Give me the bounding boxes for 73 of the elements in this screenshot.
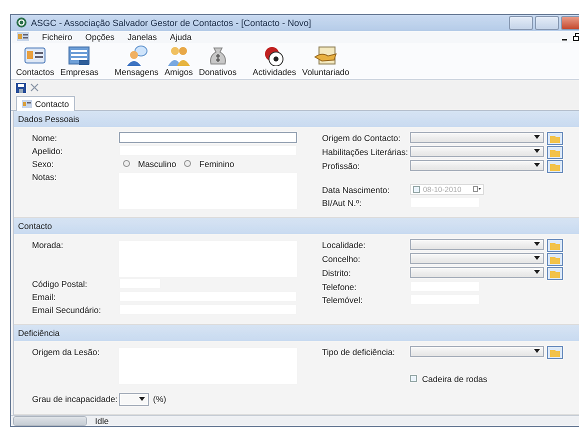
- restore-icon[interactable]: [573, 32, 579, 41]
- field-label: Profissão:: [322, 160, 361, 172]
- field-label: Telemóvel:: [322, 294, 364, 306]
- field-label: Concelho:: [322, 252, 362, 265]
- field-label: Grau de incapacidade:: [32, 393, 119, 406]
- chat-person-icon[interactable]: [124, 44, 149, 66]
- save-icon[interactable]: [16, 82, 26, 93]
- dropdown-arrow-icon[interactable]: [534, 163, 540, 168]
- dropdown-arrow-icon[interactable]: [534, 135, 540, 140]
- field-label: Localidade:: [322, 238, 366, 251]
- text-field[interactable]: [119, 132, 297, 143]
- folder-icon[interactable]: [547, 266, 563, 280]
- section-header: Dados Pessoais: [14, 110, 579, 127]
- checkbox[interactable]: [410, 375, 417, 382]
- field-label: Nome:: [32, 132, 58, 144]
- field-label: Origem do Contacto:: [322, 132, 402, 144]
- app-icon: [16, 17, 27, 28]
- toolbar-button[interactable]: Empresas: [59, 44, 100, 77]
- close-icon[interactable]: [30, 82, 39, 92]
- field-label: Distrito:: [322, 266, 352, 279]
- unit-label: (%): [153, 392, 166, 406]
- building-icon[interactable]: [67, 44, 92, 66]
- dropdown-arrow-icon[interactable]: [139, 397, 145, 402]
- minimize-button[interactable]: [509, 16, 533, 30]
- dropdown-arrow-icon[interactable]: [534, 349, 540, 354]
- toolbar-button[interactable]: Voluntariado: [301, 44, 350, 77]
- toolbar-button[interactable]: Donativos: [198, 44, 238, 77]
- dropdown-arrow-icon[interactable]: [534, 256, 540, 260]
- calendar-icon[interactable]: [473, 186, 481, 192]
- toolbar-button[interactable]: Amigos: [164, 44, 194, 77]
- folder-icon[interactable]: [547, 160, 563, 173]
- menu-item[interactable]: Ajuda: [170, 32, 192, 42]
- radio-label: Feminino: [199, 158, 234, 169]
- menu-item[interactable]: Janelas: [128, 32, 157, 42]
- field-label: Notas:: [32, 170, 58, 183]
- folder-icon[interactable]: [547, 346, 563, 359]
- dropdown-arrow-icon[interactable]: [534, 149, 540, 154]
- folder-icon[interactable]: [547, 238, 563, 252]
- field-label: Código Postal:: [32, 278, 88, 290]
- field-label: Telefone:: [322, 280, 358, 293]
- dropdown[interactable]: [119, 392, 149, 406]
- field-label: Email:: [32, 290, 57, 303]
- field-label: Apelido:: [32, 144, 64, 157]
- field-label: Sexo:: [32, 158, 55, 170]
- radio-button[interactable]: [184, 160, 192, 168]
- field-label: Data Nascimento:: [322, 184, 391, 196]
- toolbar-button[interactable]: Mensagens: [114, 44, 160, 77]
- section-header: Deficiência: [14, 324, 579, 341]
- window-title: ASGC - Associação Salvador Gestor de Contactos - [Contacto - Novo]: [31, 18, 312, 28]
- tab[interactable]: Contacto: [16, 96, 76, 111]
- menu-item[interactable]: Opções: [85, 32, 115, 42]
- section-header: Contacto: [14, 218, 579, 234]
- field-label: BI/Aut N.º:: [322, 196, 362, 209]
- field-label: Tipo de deficiência:: [322, 346, 396, 358]
- field-label: Habilitações Literárias:: [322, 146, 409, 158]
- radio-button[interactable]: [123, 160, 130, 168]
- folder-icon[interactable]: [547, 132, 563, 145]
- menu-item[interactable]: Ficheiro: [42, 32, 72, 42]
- document-icon: [17, 32, 29, 42]
- folder-icon[interactable]: [547, 146, 563, 159]
- dropdown-arrow-icon[interactable]: [534, 270, 540, 274]
- field-label: Origem da Lesão:: [32, 346, 101, 358]
- status-text: Idle: [95, 416, 109, 426]
- field-label: Morada:: [32, 238, 64, 251]
- dropdown-arrow-icon[interactable]: [534, 242, 540, 246]
- checkbox-label: Cadeira de rodas: [422, 374, 488, 384]
- radio-label: Masculino: [138, 158, 176, 169]
- handshake-icon[interactable]: [314, 44, 338, 66]
- toolbar-button[interactable]: Actividades: [252, 44, 298, 77]
- folder-icon[interactable]: [547, 252, 563, 266]
- field-label: Email Secundário:: [32, 304, 102, 316]
- contact-card-icon[interactable]: [22, 100, 32, 108]
- toolbar-button[interactable]: Contactos: [15, 44, 56, 77]
